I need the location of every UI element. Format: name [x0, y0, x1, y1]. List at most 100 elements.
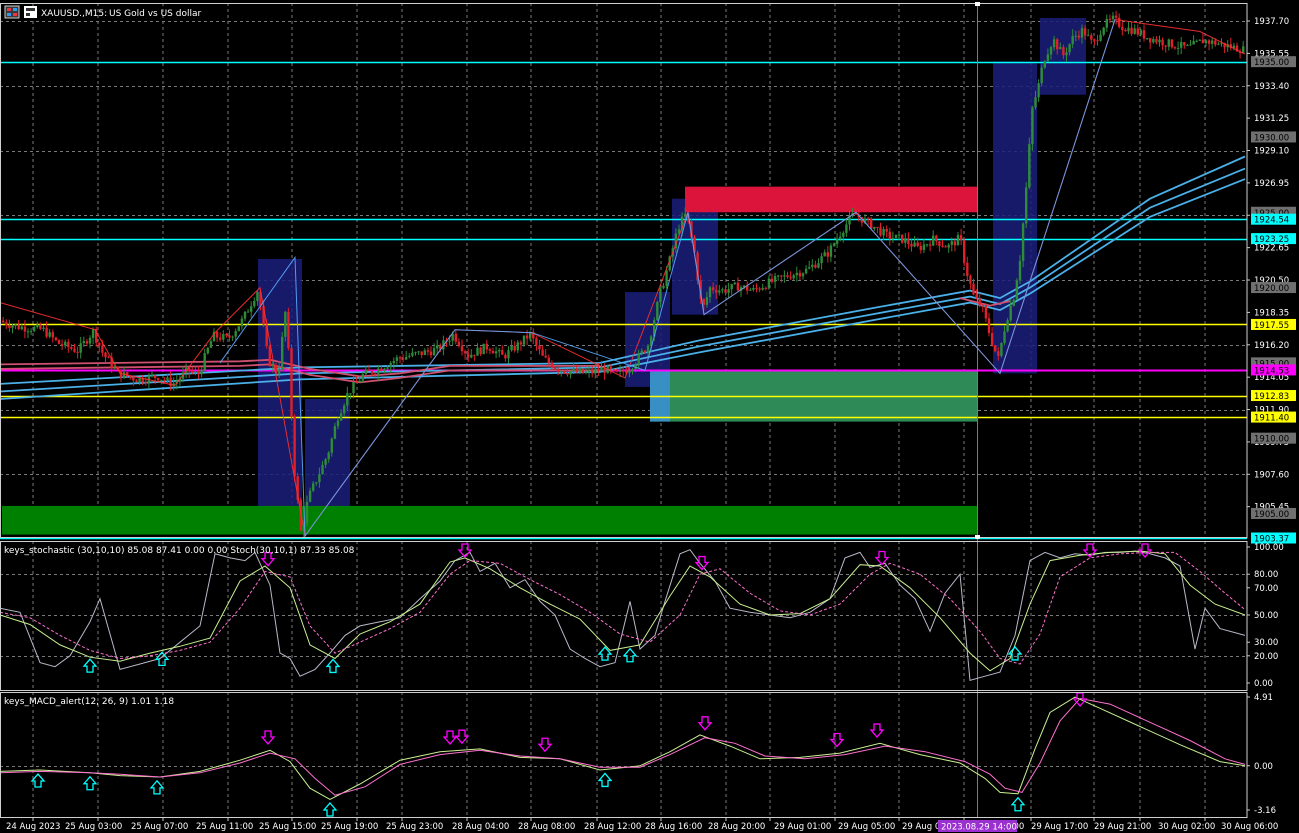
candle-body — [144, 382, 147, 384]
candle-body — [327, 452, 330, 460]
candle-body — [643, 350, 647, 353]
candle-body — [925, 244, 929, 246]
candle-body — [215, 331, 219, 338]
candle-body — [29, 331, 33, 333]
price-level-tag-label: 1923.25 — [1254, 235, 1289, 245]
time-tick-label: 29 Aug 21:00 — [1094, 822, 1151, 832]
candle-body — [1173, 47, 1177, 49]
price-level-tag-label: 1911.40 — [1254, 414, 1289, 424]
candle-body — [928, 244, 932, 246]
candle-body — [1077, 35, 1081, 38]
candle-body — [758, 288, 761, 290]
candle-body — [832, 243, 836, 246]
stoch-tick-label: 50.00 — [1254, 611, 1278, 621]
candle-body — [622, 370, 625, 372]
candle-body — [575, 368, 578, 373]
candle-body — [987, 318, 991, 333]
candle-body — [897, 234, 901, 236]
candle-body — [1021, 223, 1025, 261]
candle-body — [581, 368, 585, 374]
candle-body — [240, 318, 244, 327]
candle-body — [460, 346, 464, 352]
candle-body — [1186, 45, 1189, 47]
time-tick-label: 28 Aug 08:00 — [518, 822, 575, 832]
candle-body — [287, 311, 290, 349]
candle-body — [1028, 144, 1031, 188]
cursor-time-label: 2023.08.29 14:00 — [941, 823, 1017, 833]
trading-chart[interactable]: 1937.701935.551933.401931.251929.101926.… — [0, 0, 1299, 833]
candle-body — [1031, 107, 1034, 145]
candle-body — [522, 335, 526, 345]
candle-body — [457, 341, 461, 347]
candle-body — [504, 354, 507, 359]
price-level-tag-label: 1905.00 — [1254, 510, 1289, 520]
candle-body — [343, 405, 346, 414]
zone-green[interactable] — [2, 505, 978, 535]
candle-body — [339, 413, 343, 421]
candle-body — [798, 272, 802, 277]
candle-body — [1090, 35, 1093, 40]
candle-body — [448, 340, 451, 342]
candle-body — [916, 242, 919, 246]
candle-body — [498, 350, 501, 352]
candle-body — [429, 351, 433, 356]
candle-body — [225, 334, 228, 336]
candle-body — [132, 377, 135, 381]
candle-body — [1074, 35, 1077, 37]
candle-body — [618, 370, 622, 372]
candle-body — [5, 322, 8, 326]
candle-body — [560, 370, 563, 372]
candle-body — [1034, 97, 1037, 108]
symbol-icon — [24, 6, 37, 18]
candle-body — [932, 235, 935, 246]
candle-body — [1139, 30, 1143, 35]
candle-body — [237, 326, 240, 332]
candle-body — [243, 311, 247, 319]
candle-body — [814, 264, 817, 268]
candle-body — [631, 369, 634, 371]
candle-body — [507, 350, 510, 359]
candle-body — [1099, 34, 1102, 41]
candle-body — [566, 373, 569, 375]
candle-body — [730, 284, 733, 290]
candle-body — [392, 361, 395, 364]
candle-body — [1127, 27, 1130, 32]
candle-body — [1102, 27, 1105, 35]
time-tick-label: 25 Aug 07:00 — [131, 822, 188, 832]
candle-body — [1087, 35, 1090, 37]
candle-body — [535, 338, 538, 346]
candle-body — [963, 239, 966, 263]
candle-body — [584, 371, 588, 373]
candle-body — [510, 345, 513, 351]
time-tick-label: 28 Aug 16:00 — [645, 822, 702, 832]
candle-body — [786, 275, 789, 278]
candle-body — [420, 351, 423, 355]
stoch-tick-label: 100.00 — [1254, 543, 1284, 553]
candle-body — [513, 345, 516, 351]
candle-body — [1170, 39, 1174, 48]
price-tick-label: 1916.20 — [1254, 341, 1289, 351]
price-tick-label: 1907.60 — [1254, 470, 1289, 480]
candle-body — [17, 324, 20, 330]
candle-body — [414, 352, 417, 354]
candle-body — [423, 350, 426, 355]
candle-body — [823, 252, 826, 257]
time-tick-label: 24 Aug 2023 — [6, 822, 60, 832]
candle-body — [919, 246, 922, 250]
candle-body — [1155, 39, 1158, 43]
candle-body — [501, 350, 504, 355]
candle-body — [1096, 40, 1099, 42]
candle-body — [519, 342, 523, 345]
macd-tick-label: -3.16 — [1254, 806, 1276, 816]
candle-body — [1046, 54, 1050, 61]
candle-body — [1183, 42, 1186, 46]
price-tick-label: 1922.65 — [1254, 244, 1289, 254]
candle-body — [904, 238, 907, 243]
candle-body — [879, 227, 882, 236]
candle-body — [615, 369, 619, 372]
chart-window-icon[interactable] — [4, 5, 20, 19]
candle-body — [994, 345, 997, 352]
zone-red[interactable] — [685, 186, 978, 213]
candle-body — [315, 482, 318, 484]
price-level-tag-label: 1914.53 — [1254, 366, 1289, 376]
